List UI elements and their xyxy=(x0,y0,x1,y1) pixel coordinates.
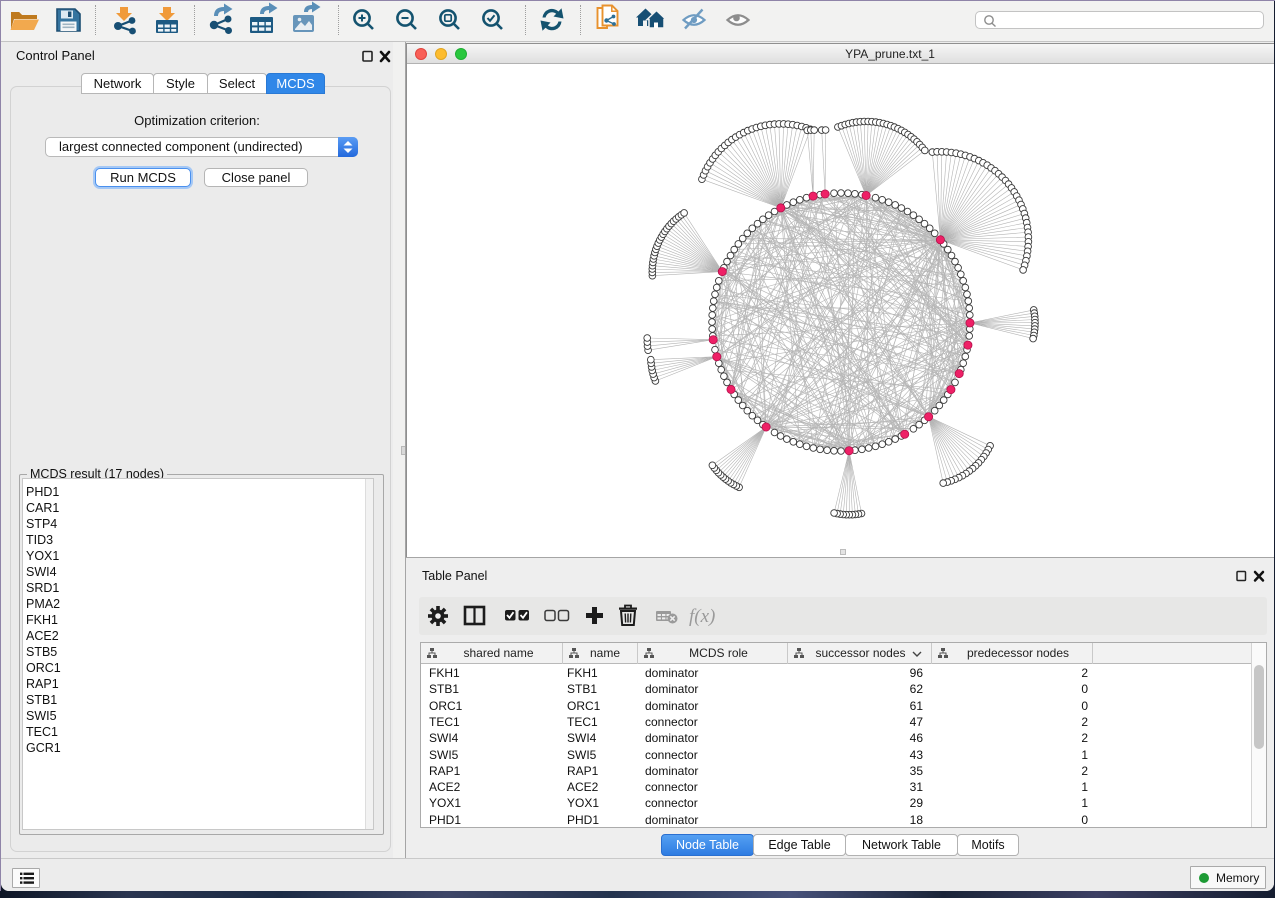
svg-text:f(x): f(x) xyxy=(689,606,715,627)
